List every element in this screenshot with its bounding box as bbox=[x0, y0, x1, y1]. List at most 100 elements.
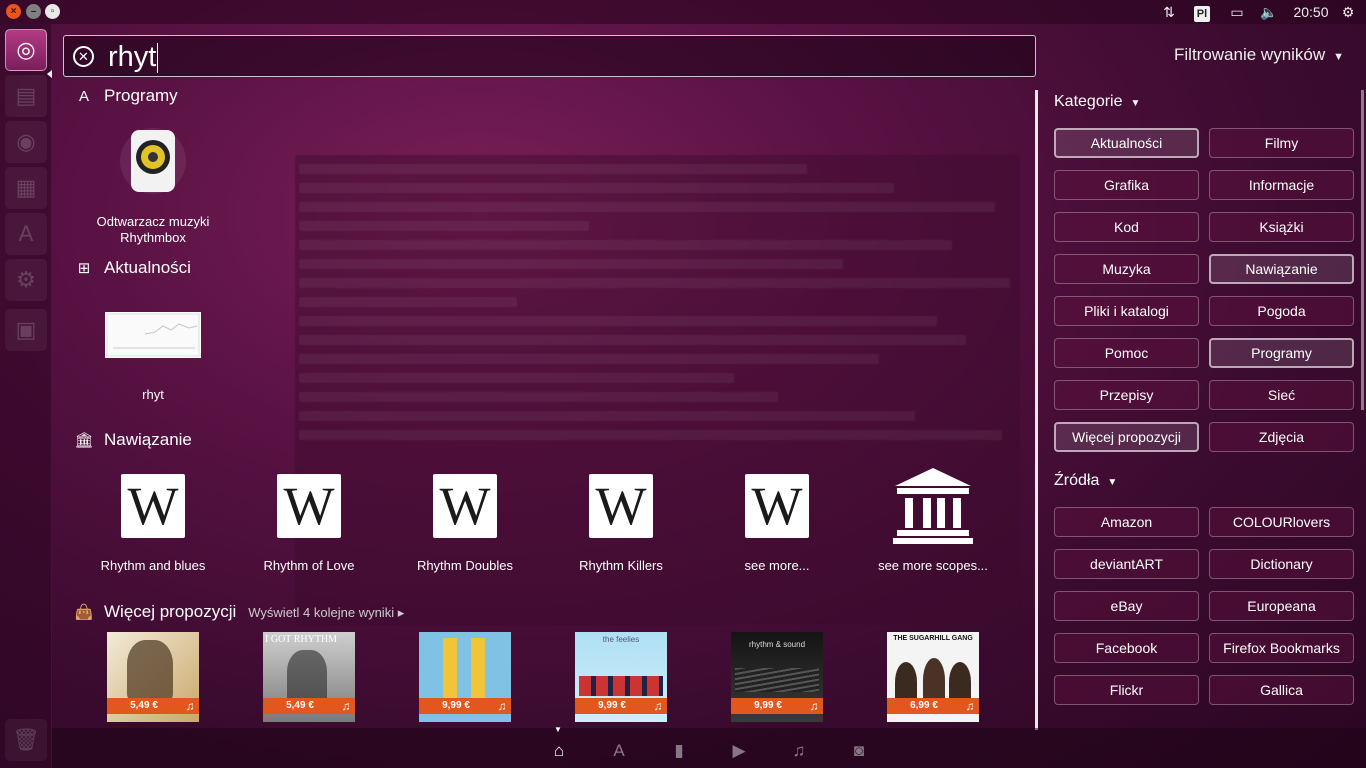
trash-launcher-icon[interactable]: 🗑 bbox=[5, 719, 47, 761]
clear-search-icon[interactable]: ✕ bbox=[73, 46, 94, 67]
music-note-icon: ♫ bbox=[493, 698, 511, 714]
filter-category-pliki[interactable]: Pliki i katalogi bbox=[1054, 296, 1199, 326]
filter-results-label: Filtrowanie wyników bbox=[1174, 45, 1326, 64]
news-label: rhyt bbox=[142, 387, 164, 402]
settings-gear-icon[interactable]: ⚙ bbox=[1338, 0, 1358, 24]
close-window-button[interactable]: × bbox=[6, 4, 21, 19]
suggestion-album-3[interactable]: 9,99 € ♫ bbox=[419, 632, 511, 722]
video-icon[interactable]: ▶ bbox=[727, 740, 751, 762]
album-cover-text: rhythm & sound bbox=[748, 640, 806, 649]
search-box[interactable]: ✕ rhyt bbox=[63, 35, 1036, 77]
reference-see-more[interactable]: W see more... bbox=[699, 474, 855, 579]
filter-category-zdjecia[interactable]: Zdjęcia bbox=[1209, 422, 1354, 452]
filter-category-aktualnosci[interactable]: Aktualności bbox=[1054, 128, 1199, 158]
filter-source-europeana[interactable]: Europeana bbox=[1209, 591, 1354, 621]
ubuntu-logo-icon: ◎ bbox=[16, 37, 36, 62]
categories-header[interactable]: Kategorie ▼ bbox=[1054, 93, 1140, 111]
suggestion-album-6[interactable]: THE SUGARHILL GANG 6,99 € ♫ bbox=[887, 632, 979, 722]
dash-home-button[interactable]: ◎ bbox=[5, 29, 47, 71]
app-result-rhythmbox[interactable]: Odtwarzacz muzyki Rhythmbox bbox=[75, 125, 231, 250]
firefox-launcher-icon[interactable]: ◉ bbox=[5, 121, 47, 163]
files-launcher-icon[interactable]: ▤ bbox=[5, 75, 47, 117]
section-header-suggestions[interactable]: 👜 Więcej propozycji Wyświetl 4 kolejne wyn… bbox=[74, 602, 405, 622]
section-header-news[interactable]: ⊞ Aktualności bbox=[74, 258, 191, 278]
launcher: ◎ ▤ ◉ ▦ A ⚙ ▣ 🗑 bbox=[0, 24, 52, 768]
filter-category-informacje[interactable]: Informacje bbox=[1209, 170, 1354, 200]
system-settings-launcher-icon[interactable]: ⚙ bbox=[5, 259, 47, 301]
home-icon[interactable]: ⌂ bbox=[547, 740, 571, 762]
office-launcher-icon[interactable]: ▦ bbox=[5, 167, 47, 209]
filter-category-filmy[interactable]: Filmy bbox=[1209, 128, 1354, 158]
reference-result-1[interactable]: W Rhythm and blues bbox=[75, 474, 231, 579]
maximize-window-button[interactable]: ▫ bbox=[45, 4, 60, 19]
filter-source-flickr[interactable]: Flickr bbox=[1054, 675, 1199, 705]
filter-category-wiecej-propozycji[interactable]: Więcej propozycji bbox=[1054, 422, 1199, 452]
filter-source-gallica[interactable]: Gallica bbox=[1209, 675, 1354, 705]
categories-title: Kategorie bbox=[1054, 93, 1123, 110]
filter-source-firefox-bookmarks[interactable]: Firefox Bookmarks bbox=[1209, 633, 1354, 663]
keyboard-layout-indicator[interactable]: Pl bbox=[1190, 0, 1214, 24]
volume-icon[interactable]: 🔈 bbox=[1258, 0, 1280, 24]
section-title-news: Aktualności bbox=[104, 258, 191, 277]
filter-category-programy[interactable]: Programy bbox=[1209, 338, 1354, 368]
applications-icon[interactable]: A bbox=[607, 740, 631, 762]
network-icon[interactable]: ⇅ bbox=[1158, 0, 1180, 24]
software-center-launcher-icon[interactable]: A bbox=[5, 213, 47, 255]
filter-category-kod[interactable]: Kod bbox=[1054, 212, 1199, 242]
filter-source-amazon[interactable]: Amazon bbox=[1054, 507, 1199, 537]
filter-category-siec[interactable]: Sieć bbox=[1209, 380, 1354, 410]
filter-source-facebook[interactable]: Facebook bbox=[1054, 633, 1199, 663]
filter-category-ksiazki[interactable]: Książki bbox=[1209, 212, 1354, 242]
reference-label: see more scopes... bbox=[878, 558, 988, 573]
reference-result-2[interactable]: W Rhythm of Love bbox=[231, 474, 387, 579]
album-cover-art bbox=[579, 676, 663, 696]
clock[interactable]: 20:50 bbox=[1288, 0, 1334, 24]
library-icon: 🏛 bbox=[74, 432, 94, 449]
reference-label: Rhythm of Love bbox=[263, 558, 355, 573]
suggestion-album-2[interactable]: I GOT RHYTHM 5,49 € ♫ bbox=[263, 632, 355, 722]
music-note-icon: ♫ bbox=[649, 698, 667, 714]
filter-results-toggle[interactable]: Filtrowanie wyników ▼ bbox=[1174, 45, 1344, 65]
music-note-icon: ♫ bbox=[805, 698, 823, 714]
sources-header[interactable]: Źródła ▼ bbox=[1054, 472, 1117, 490]
filter-category-nawiazanie[interactable]: Nawiązanie bbox=[1209, 254, 1354, 284]
filter-category-grafika[interactable]: Grafika bbox=[1054, 170, 1199, 200]
terminal-launcher-icon[interactable]: ▣ bbox=[5, 309, 47, 351]
reference-result-4[interactable]: W Rhythm Killers bbox=[543, 474, 699, 579]
music-note-icon: ♫ bbox=[181, 698, 199, 714]
filter-category-pogoda[interactable]: Pogoda bbox=[1209, 296, 1354, 326]
battery-icon[interactable]: ▭ bbox=[1224, 0, 1250, 24]
filter-source-deviantart[interactable]: deviantART bbox=[1054, 549, 1199, 579]
section-header-reference[interactable]: 🏛 Nawiązanie bbox=[74, 430, 192, 450]
news-result-rhyt[interactable]: rhyt bbox=[75, 310, 231, 405]
filter-category-pomoc[interactable]: Pomoc bbox=[1054, 338, 1199, 368]
album-cover-text: THE SUGARHILL GANG bbox=[893, 635, 973, 642]
files-icon[interactable]: ▮ bbox=[667, 740, 691, 762]
filter-source-colourlovers[interactable]: COLOURlovers bbox=[1209, 507, 1354, 537]
section-header-apps[interactable]: A Programy bbox=[74, 86, 178, 106]
search-query-text: rhyt bbox=[108, 41, 157, 73]
sources-title: Źródła bbox=[1054, 472, 1100, 489]
filter-source-ebay[interactable]: eBay bbox=[1054, 591, 1199, 621]
shopping-bag-icon: 👜 bbox=[74, 604, 94, 621]
section-title-reference: Nawiązanie bbox=[104, 430, 192, 449]
suggestion-album-4[interactable]: the feelies 9,99 € ♫ bbox=[575, 632, 667, 722]
show-more-results-link[interactable]: Wyświetl 4 kolejne wyniki ▸ bbox=[248, 605, 404, 620]
wikipedia-icon: W bbox=[745, 474, 809, 538]
suggestion-album-5[interactable]: rhythm & sound 9,99 € ♫ bbox=[731, 632, 823, 722]
filter-category-przepisy[interactable]: Przepisy bbox=[1054, 380, 1199, 410]
reference-see-more-scopes[interactable]: see more scopes... bbox=[855, 466, 1011, 579]
album-cover-art bbox=[127, 640, 173, 700]
filter-scrollbar[interactable] bbox=[1361, 90, 1364, 410]
chevron-down-icon: ▼ bbox=[1130, 98, 1141, 109]
filter-source-dictionary[interactable]: Dictionary bbox=[1209, 549, 1354, 579]
reference-result-3[interactable]: W Rhythm Doubles bbox=[387, 474, 543, 579]
search-input[interactable]: rhyt bbox=[108, 39, 159, 75]
wikipedia-icon: W bbox=[433, 474, 497, 538]
reference-label: Rhythm Killers bbox=[579, 558, 663, 573]
filter-category-muzyka[interactable]: Muzyka bbox=[1054, 254, 1199, 284]
suggestion-album-1[interactable]: 5,49 € ♫ bbox=[107, 632, 199, 722]
minimize-window-button[interactable]: – bbox=[26, 4, 41, 19]
photo-icon[interactable]: ◙ bbox=[847, 740, 871, 762]
music-icon[interactable]: ♫ bbox=[787, 740, 811, 762]
